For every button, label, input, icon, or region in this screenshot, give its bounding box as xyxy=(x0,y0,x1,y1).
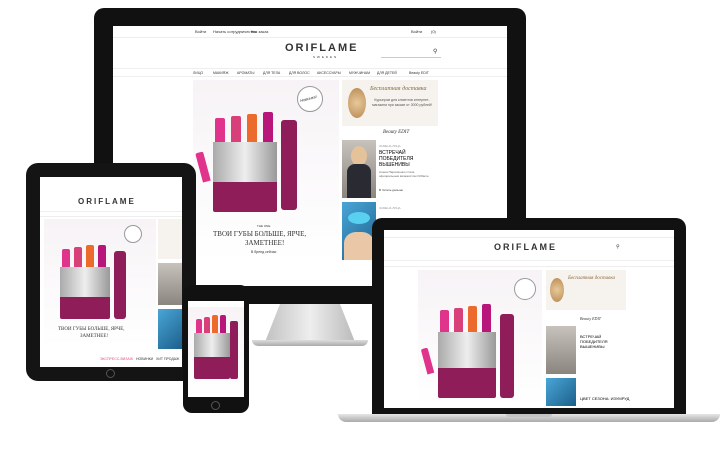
laptop-search-icon[interactable]: ⚲ xyxy=(616,244,620,250)
compact-powder xyxy=(348,88,366,118)
site-logo-sub: SWEDEN xyxy=(313,55,339,59)
phone xyxy=(183,285,249,413)
laptop-beauty-edit: Beauty EDIT xyxy=(580,316,601,321)
account-link[interactable]: Войти xyxy=(411,29,422,34)
story1-image[interactable] xyxy=(342,140,376,198)
phone-home-button[interactable] xyxy=(211,401,220,410)
nav-item-body[interactable]: ДЛЯ ТЕЛА xyxy=(263,71,280,75)
lipstick-2 xyxy=(231,116,241,142)
story2-image[interactable] xyxy=(342,202,376,260)
nav-item-makeup[interactable]: МАКИЯЖ xyxy=(213,71,229,75)
hero-title-line1: ТВОИ ГУБЫ БОЛЬШЕ, ЯРЧЕ, xyxy=(213,230,307,238)
nav-item-beauty-edit[interactable]: Beauty EDIT xyxy=(409,71,429,75)
story1-text: Алена Пархоменко стала официальным визаж… xyxy=(379,170,429,178)
lipstick-tube-open xyxy=(281,120,297,210)
promo-box[interactable]: Бесплатная доставка Курьером для клиенто… xyxy=(342,80,438,126)
top-link-login[interactable]: Войти xyxy=(195,29,206,34)
lipstick-4 xyxy=(263,112,273,142)
monitor-stand xyxy=(265,304,355,342)
lipstick-1 xyxy=(215,118,225,142)
nav-item-fragrance[interactable]: АРОМАТЫ xyxy=(237,71,255,75)
story1-link[interactable]: В Читать дальше xyxy=(379,188,403,192)
beauty-edit-title: Beauty EDIT xyxy=(383,130,410,135)
story1-title[interactable]: ВСТРЕЧАЙ ПОБЕДИТЕЛЯ ВЫШЕНИВЫ xyxy=(379,150,431,168)
tablet-hero-title-1: ТВОИ ГУБЫ БОЛЬШЕ, ЯРЧЕ, xyxy=(58,327,125,332)
laptop-logo: ORIFLAME xyxy=(494,242,557,252)
tablet-tab-hit[interactable]: ХИТ ПРОДАЖ xyxy=(156,357,179,361)
monitor-base xyxy=(252,340,368,346)
laptop-story2-title: ЦВЕТ СЕЗОНА: ИЗУМРУД xyxy=(580,396,630,401)
lipstick-3 xyxy=(247,114,257,142)
search-input[interactable] xyxy=(381,50,441,58)
laptop: ORIFLAME ⚲ Бесплатная доставка Beauty ED… xyxy=(372,218,686,414)
top-link-howto[interactable]: Как заказ xyxy=(251,29,268,34)
tablet: ORIFLAME ТВОИ ГУБЫ БОЛЬШЕ, ЯРЧЕ, ЗАМЕТНЕ… xyxy=(26,163,196,381)
hero-banner[interactable]: Новинка! THE ONE ТВОИ ГУБЫ БОЛЬШЕ, ЯРЧЕ,… xyxy=(193,80,339,262)
laptop-story1-title: ВСТРЕЧАЙ ПОБЕДИТЕЛЯ ВЫШЕНИВЫ xyxy=(580,334,608,349)
laptop-notch xyxy=(506,414,552,417)
nav-item-face[interactable]: ЛИЦО xyxy=(193,71,203,75)
tablet-tab-new[interactable]: НОВИНКИ xyxy=(136,357,153,361)
search-icon[interactable]: ⚲ xyxy=(433,48,437,55)
tablet-home-button[interactable] xyxy=(106,369,115,378)
nav-item-kids[interactable]: ДЛЯ ДЕТЕЙ xyxy=(377,71,397,75)
hero-subtitle: THE ONE xyxy=(257,224,271,228)
tablet-screen: ORIFLAME ТВОИ ГУБЫ БОЛЬШЕ, ЯРЧЕ, ЗАМЕТНЕ… xyxy=(40,177,182,367)
hero-title-line2: ЗАМЕТНЕЕ! xyxy=(245,239,285,247)
cart-link[interactable]: (0) xyxy=(431,29,436,34)
phone-screen xyxy=(188,301,244,397)
nav-item-men[interactable]: МУЖЧИНАМ xyxy=(349,71,370,75)
laptop-screen: ORIFLAME ⚲ Бесплатная доставка Beauty ED… xyxy=(384,230,674,408)
main-nav: ЛИЦО МАКИЯЖ АРОМАТЫ ДЛЯ ТЕЛА ДЛЯ ВОЛОС А… xyxy=(113,68,507,77)
story2-tag: ЗАМЕНА ЛИЦА xyxy=(379,206,401,210)
promo-text: Курьером для клиентов интернет-магазина … xyxy=(372,98,432,107)
story1-tag: ЗАМЕНА ЛИЦА xyxy=(379,144,401,148)
site-logo[interactable]: ORIFLAME xyxy=(285,42,358,54)
nav-item-hair[interactable]: ДЛЯ ВОЛОС xyxy=(289,71,310,75)
tablet-logo: ORIFLAME xyxy=(78,197,136,206)
tablet-tab-express[interactable]: ЭКСПРЕСС-ВИЗАЖ xyxy=(100,357,133,361)
tablet-hero-title-2: ЗАМЕТНЕЕ! xyxy=(80,334,109,339)
tablet-hero: ТВОИ ГУБЫ БОЛЬШЕ, ЯРЧЕ, ЗАМЕТНЕЕ! xyxy=(44,219,156,347)
nav-item-accessories[interactable]: АКСЕССУАРЫ xyxy=(317,71,341,75)
promo-title: Бесплатная доставка xyxy=(370,86,427,92)
laptop-hero xyxy=(418,270,542,406)
laptop-promo-title: Бесплатная доставка xyxy=(568,276,616,281)
hero-cta[interactable]: В бренд сейчас xyxy=(251,250,276,254)
